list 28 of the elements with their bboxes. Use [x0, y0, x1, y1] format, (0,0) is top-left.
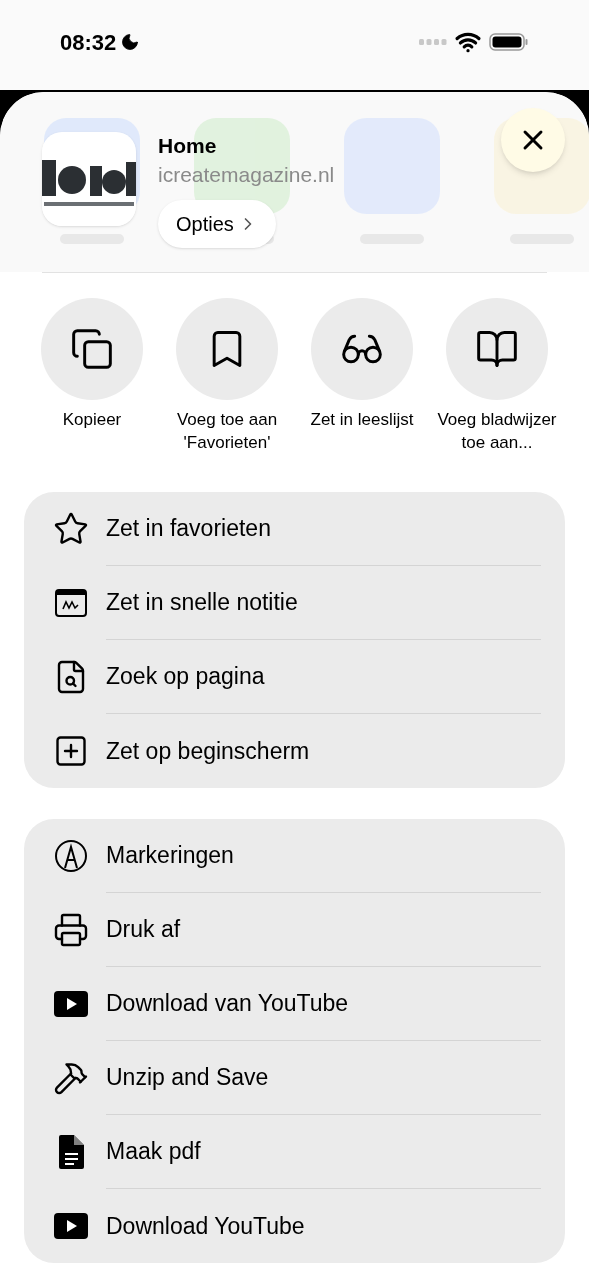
play-icon [53, 1212, 89, 1240]
quick-note-icon [54, 588, 88, 618]
page-title: Home [158, 133, 218, 159]
printer-icon [53, 912, 89, 948]
menu-item[interactable]: Maak pdf [48, 1115, 565, 1189]
star-icon [53, 511, 89, 547]
status-time: 08:32 [60, 28, 117, 57]
menu-item[interactable]: Download van YouTube [48, 967, 565, 1041]
options-button[interactable]: Opties [158, 200, 276, 248]
document-icon [56, 1134, 86, 1170]
copy-icon [70, 327, 114, 371]
menu-item[interactable]: Download YouTube [48, 1189, 565, 1263]
markup-icon [53, 838, 89, 874]
close-button[interactable] [501, 108, 565, 172]
menu-item[interactable]: Zet in favorieten [48, 492, 565, 566]
moon-icon [120, 32, 141, 52]
signal-icon [419, 39, 447, 45]
play-icon [53, 990, 89, 1018]
menu-item[interactable]: Zet in snelle notitie [48, 566, 565, 640]
menu-item[interactable]: Zoek op pagina [48, 640, 565, 714]
menu-item[interactable]: Druk af [48, 893, 565, 967]
add-square-icon [53, 733, 89, 769]
menu-item[interactable]: Unzip and Save [48, 1041, 565, 1115]
menu-item[interactable]: Zet op beginscherm [48, 714, 565, 788]
menu-item[interactable]: Markeringen [48, 819, 565, 893]
hammer-icon [53, 1060, 89, 1096]
battery-icon [489, 32, 529, 52]
page-url: icreatemagazine.nl [158, 162, 335, 188]
